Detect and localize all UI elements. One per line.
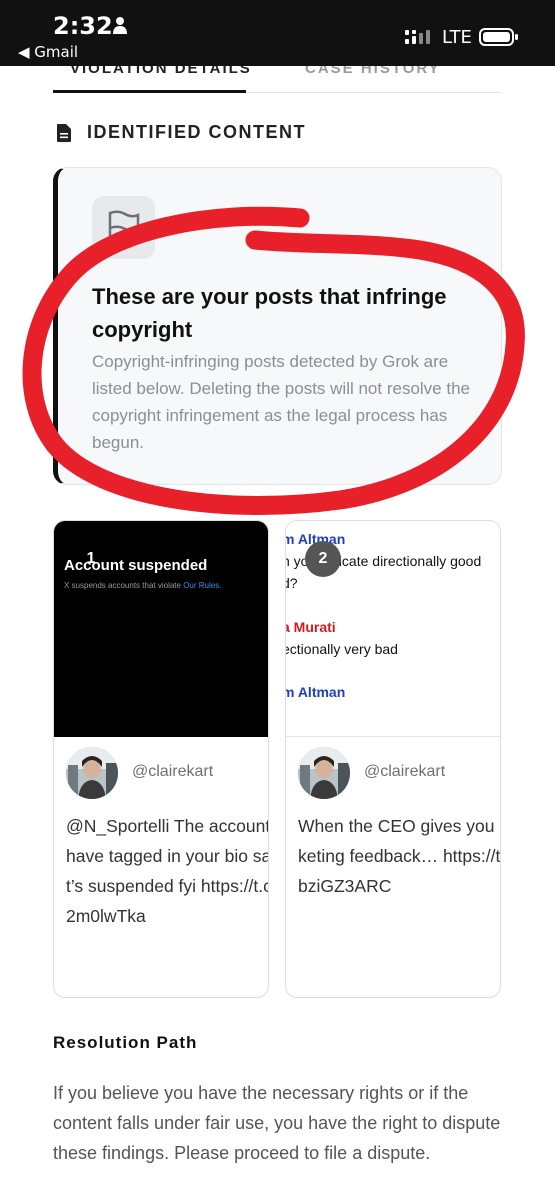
network-type: LTE: [442, 27, 472, 48]
tweet-author: m Altman: [286, 684, 346, 700]
resolution-path-title: Resolution Path: [53, 1033, 198, 1052]
notice-description: Copyright-infringing posts detected by G…: [92, 352, 470, 452]
post-thumbnail: Account suspended X suspends accounts th…: [54, 521, 268, 737]
back-to-gmail-link[interactable]: ◀ Gmail: [18, 43, 78, 61]
battery-icon: [479, 28, 518, 46]
tweet-text: ectionally very bad: [286, 641, 398, 657]
active-tab-indicator: [53, 90, 246, 93]
post-text: @N_Sportelli The account you have tagged…: [66, 816, 269, 926]
tab-bar: VIOLATION DETAILS CASE HISTORY: [0, 66, 555, 94]
tweet-author: a Murati: [286, 619, 336, 635]
tweet-text: d?: [286, 575, 298, 591]
section-title: IDENTIFIED CONTENT: [87, 122, 306, 142]
flag-icon-container: [92, 196, 155, 259]
post-card[interactable]: Account suspended X suspends accounts th…: [53, 520, 269, 998]
post-text: When the CEO gives you marketing feedbac…: [298, 816, 501, 896]
resolution-path-text: If you believe you have the necessary ri…: [53, 1083, 501, 1163]
suspended-subtitle: X suspends accounts that violate Our Rul…: [64, 581, 222, 590]
infringement-notice-card: These are your posts that infringe copyr…: [53, 167, 502, 485]
our-rules-link: Our Rules.: [183, 581, 222, 590]
author-handle[interactable]: @clairekart: [132, 763, 213, 781]
avatar: [298, 747, 350, 799]
tab-case-history[interactable]: CASE HISTORY: [305, 66, 441, 77]
status-bar: 2:32 ◀ Gmail LTE: [0, 0, 555, 66]
person-icon: [113, 17, 127, 34]
post-index-badge: 2: [305, 541, 341, 577]
document-icon: [57, 124, 71, 142]
flag-icon: [108, 210, 140, 242]
tab-violation-details[interactable]: VIOLATION DETAILS: [70, 66, 252, 77]
clock: 2:32: [53, 12, 113, 40]
author-handle[interactable]: @clairekart: [364, 763, 445, 781]
post-card[interactable]: m Altman n you indicate directionally go…: [285, 520, 501, 998]
signal-icon: [405, 30, 430, 44]
post-thumbnail: m Altman n you indicate directionally go…: [286, 521, 500, 737]
avatar: [66, 747, 118, 799]
post-index-badge: 1: [86, 550, 96, 567]
notice-title: These are your posts that infringe copyr…: [92, 284, 447, 342]
